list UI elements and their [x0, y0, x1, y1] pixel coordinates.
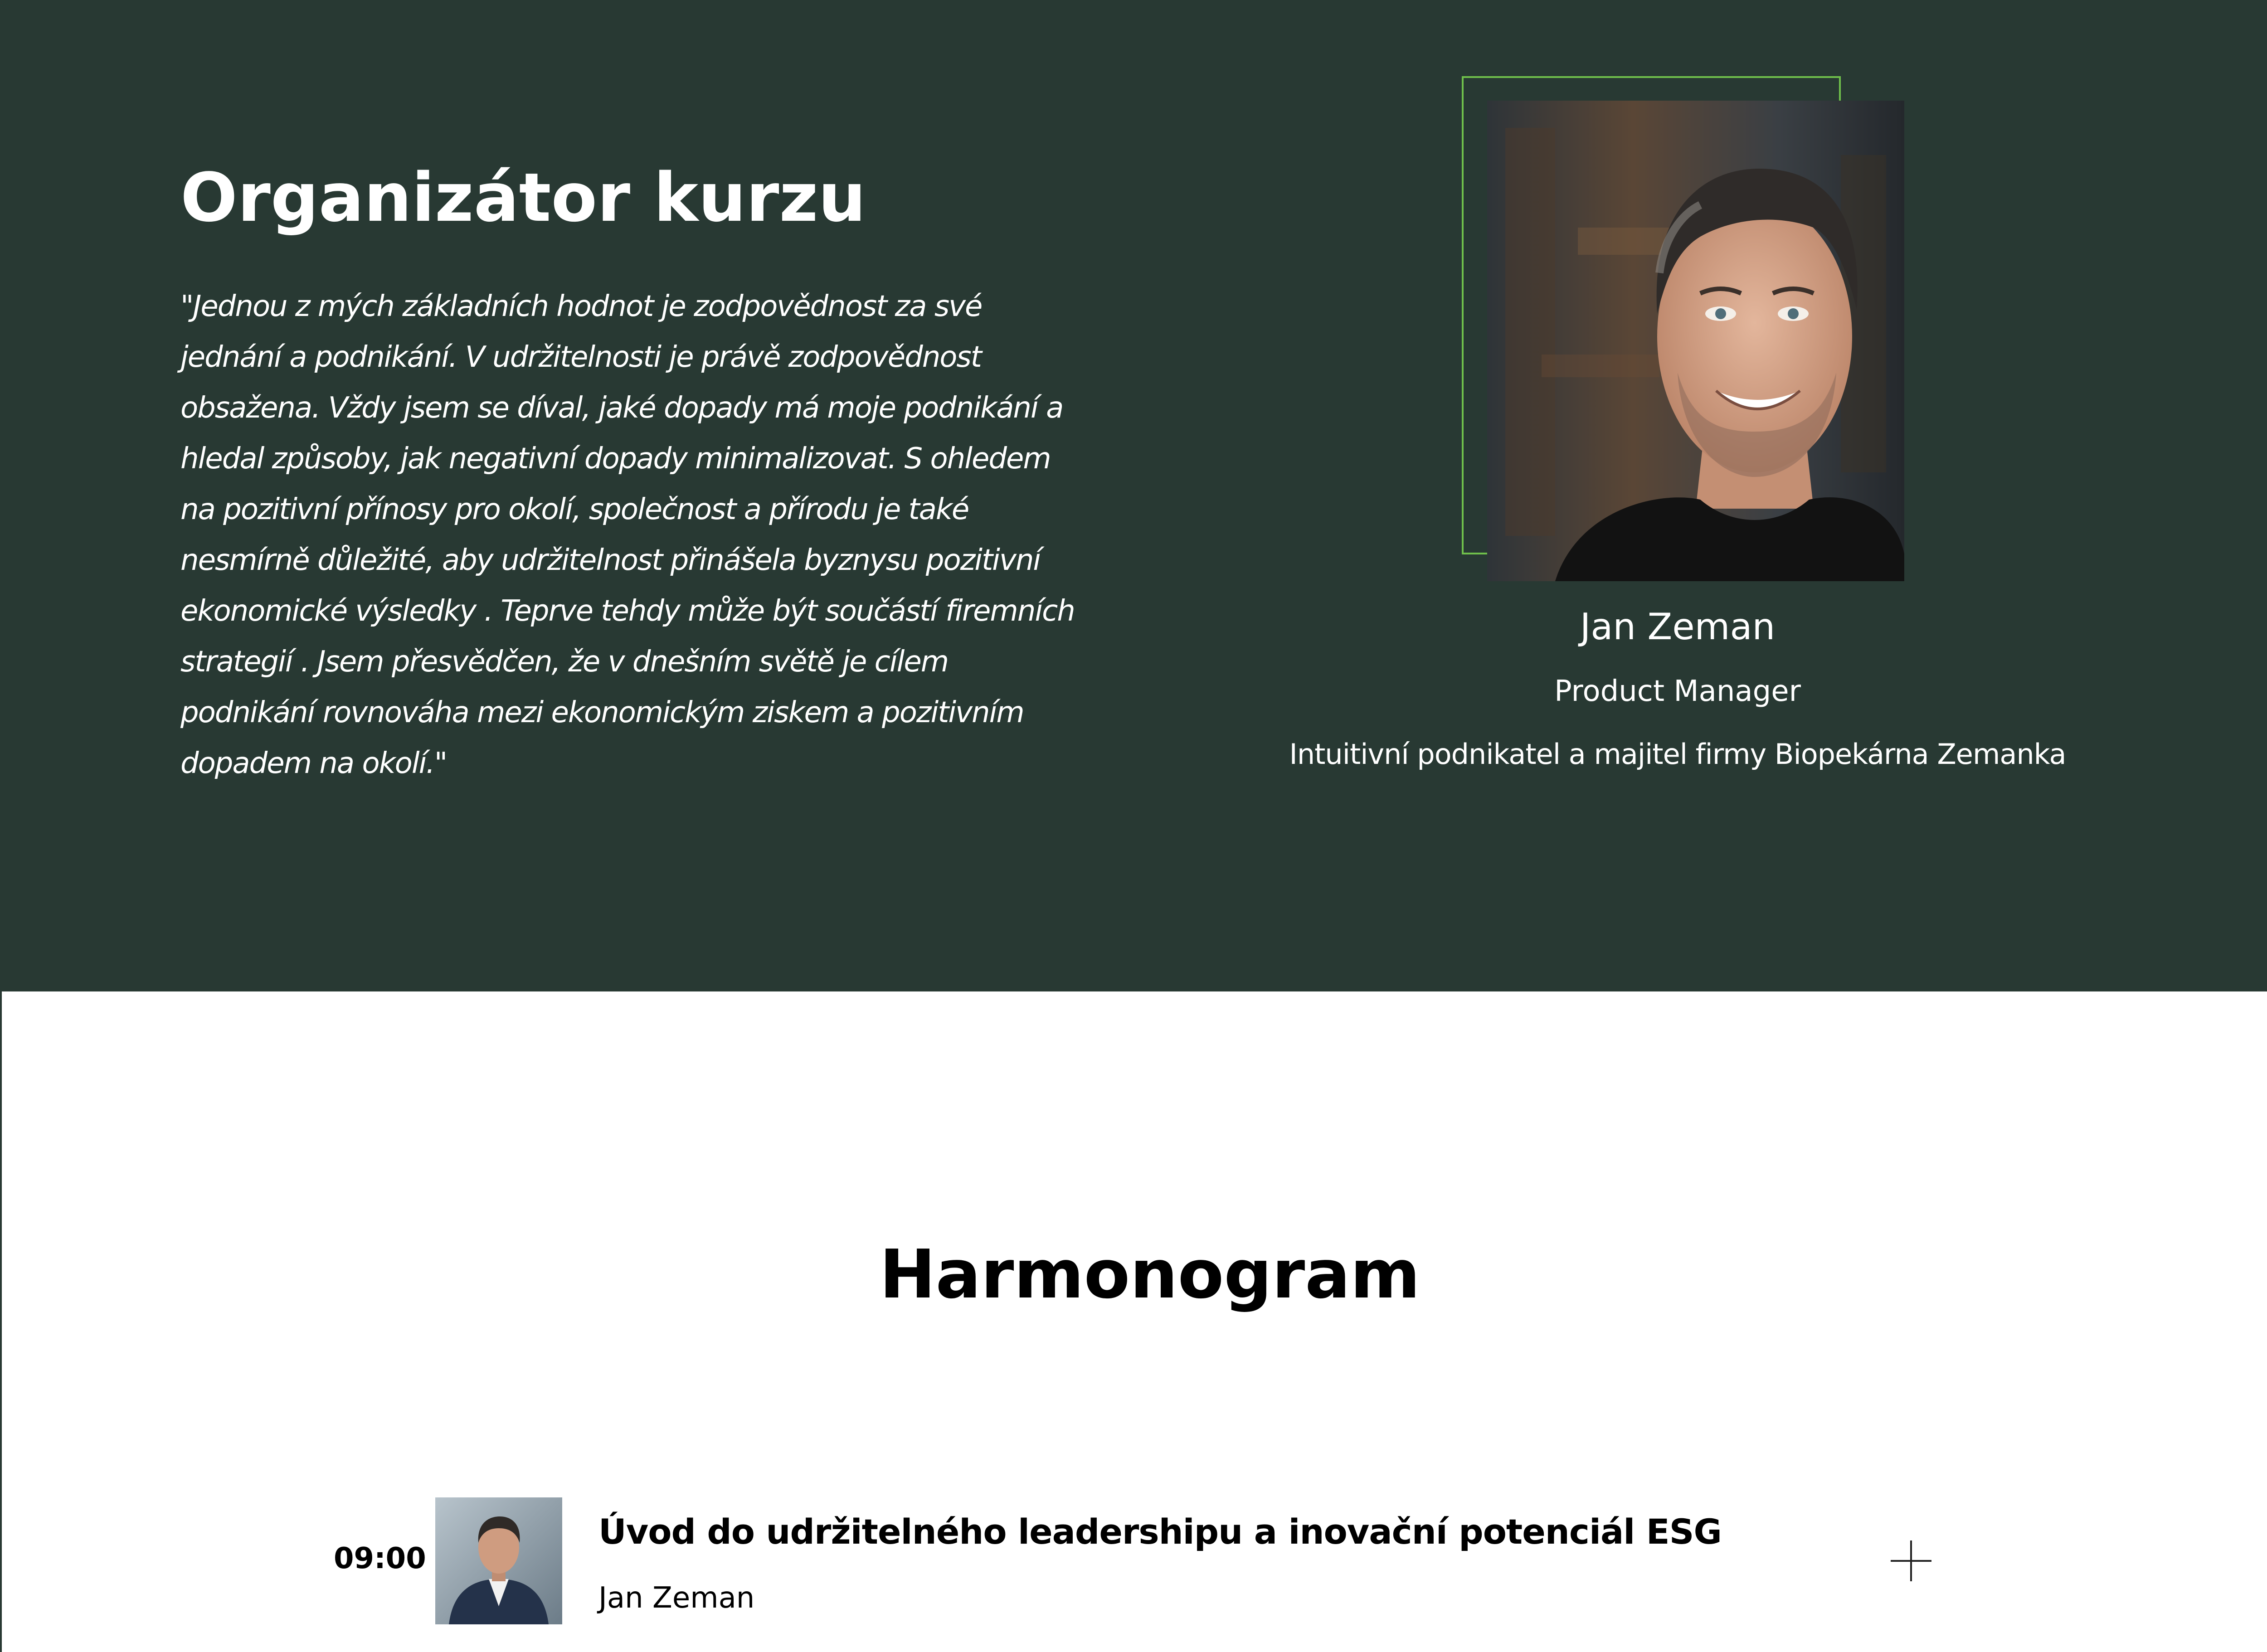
organizer-photo [1487, 101, 1904, 581]
organizer-description: Intuitivní podnikatel a majitel firmy Bi… [1289, 738, 2067, 771]
harmonogram-title: Harmonogram [879, 1235, 1421, 1313]
portrait-image [1487, 101, 1904, 581]
organizer-role: Product Manager [1554, 675, 1801, 708]
page-border-left [0, 991, 2, 1652]
organizer-section: Organizátor kurzu "Jednou z mých základn… [0, 0, 2267, 991]
page: Organizátor kurzu "Jednou z mých základn… [0, 0, 2267, 1652]
speaker-thumbnail-image [435, 1497, 562, 1624]
schedule-item-time: 09:00 [334, 1542, 426, 1575]
schedule-item-speaker: Jan Zeman [598, 1581, 755, 1615]
schedule-item-title: Úvod do udržitelného leadershipu a inova… [598, 1511, 1722, 1552]
schedule-item-speaker-photo [435, 1497, 562, 1624]
organizer-title: Organizátor kurzu [180, 159, 866, 237]
organizer-quote: "Jednou z mých základních hodnot je zodp… [180, 290, 1075, 780]
organizer-name: Jan Zeman [1580, 606, 1776, 648]
expand-plus-icon[interactable] [1891, 1540, 1931, 1581]
